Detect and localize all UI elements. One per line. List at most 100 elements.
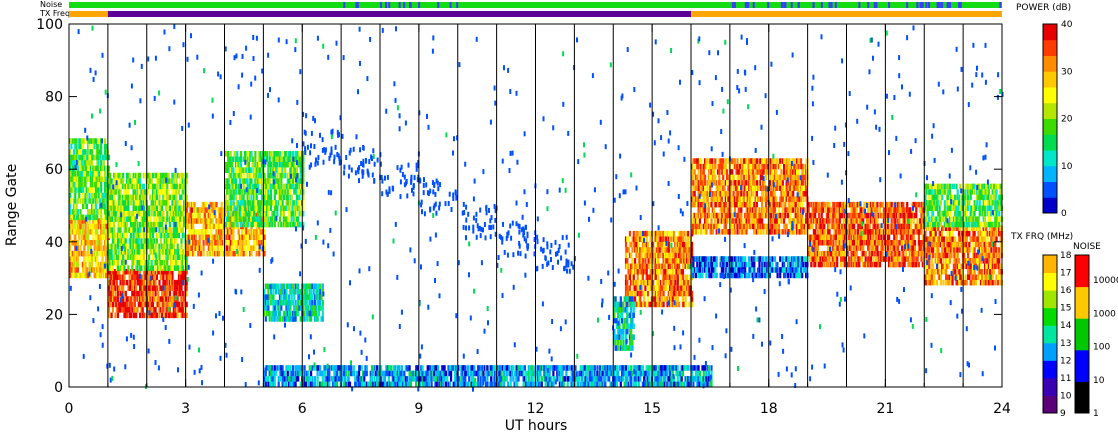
echo-cell xyxy=(80,160,83,166)
echo-cell xyxy=(662,236,665,242)
echo-cell xyxy=(105,143,108,150)
echo-cell xyxy=(631,290,634,297)
echo-cell xyxy=(193,201,196,208)
echo-cell xyxy=(93,240,96,246)
echo-cell xyxy=(127,205,130,211)
echo-cell xyxy=(137,189,140,195)
echo-cell xyxy=(315,310,318,317)
echo-cell xyxy=(675,269,678,275)
echo-cell xyxy=(291,151,295,157)
echo-cell xyxy=(291,178,295,184)
echo-cell xyxy=(150,238,153,244)
echo-cell xyxy=(232,234,235,240)
echo-cell xyxy=(116,259,120,266)
echo-cell xyxy=(79,143,82,150)
echo-cell xyxy=(190,229,193,235)
echo-cell xyxy=(74,192,77,199)
echo-cell xyxy=(646,296,650,302)
echo-cell xyxy=(155,238,158,244)
echo-cell xyxy=(771,218,774,224)
echo-cell xyxy=(644,258,647,264)
echo-cell xyxy=(74,171,77,177)
txfreq-strip-segment xyxy=(691,11,1002,17)
echo-cell xyxy=(85,267,88,273)
echo-cell xyxy=(798,201,801,208)
echo-cell xyxy=(706,163,709,170)
echo-cell xyxy=(711,229,714,235)
echo-cell xyxy=(789,272,792,279)
echo-cell xyxy=(757,229,760,235)
noise-strip-mark xyxy=(449,2,452,8)
txfreq-strip-segment xyxy=(69,11,108,17)
echo-cell xyxy=(94,181,98,188)
noise-strip-mark xyxy=(790,2,793,8)
echo-cell xyxy=(135,312,138,319)
echo-cell xyxy=(786,191,790,197)
echo-cell xyxy=(722,180,725,186)
echo-cell xyxy=(140,249,143,255)
echo-cell xyxy=(267,299,270,306)
echo-cell xyxy=(246,172,249,179)
echo-cell xyxy=(110,312,113,319)
echo-cell xyxy=(254,151,257,157)
echo-cell xyxy=(745,218,748,224)
echo-cell xyxy=(275,189,278,195)
echo-cell xyxy=(245,210,248,217)
echo-cell xyxy=(149,290,152,297)
echo-cell xyxy=(268,156,271,162)
echo-cell xyxy=(245,234,248,240)
echo-cell xyxy=(72,250,76,257)
echo-cell xyxy=(719,180,722,186)
echo-cell xyxy=(321,283,324,289)
echo-cell xyxy=(685,274,688,280)
noise-strip-mark xyxy=(398,2,401,8)
echo-cell xyxy=(754,256,757,262)
echo-cell xyxy=(696,218,699,224)
echo-cell xyxy=(181,265,184,271)
echo-cell xyxy=(208,223,212,230)
echo-cell xyxy=(127,265,130,271)
echo-cell xyxy=(139,183,142,190)
echo-cell xyxy=(628,296,631,302)
echo-cell xyxy=(124,290,127,297)
echo-cell xyxy=(635,252,638,259)
echo-cell xyxy=(102,160,105,166)
echo-cell xyxy=(246,178,249,184)
echo-cell xyxy=(670,236,673,242)
plot-area: 0 3 6 9 12 15 18 21 24020406080100 xyxy=(36,17,1011,417)
echo-cell xyxy=(698,207,701,213)
echo-cell xyxy=(737,185,740,191)
echo-cell xyxy=(116,254,120,260)
echo-cell xyxy=(669,269,672,275)
echo-cell xyxy=(171,249,174,255)
echo-cell xyxy=(126,232,129,239)
echo-cell xyxy=(172,216,175,222)
echo-cell xyxy=(128,249,131,255)
echo-cell xyxy=(76,240,79,246)
echo-cell xyxy=(289,151,292,157)
echo-cell xyxy=(285,205,288,211)
echo-cell xyxy=(764,201,768,208)
echo-cell xyxy=(234,167,238,173)
echo-cell xyxy=(661,296,664,302)
echo-cell xyxy=(635,301,638,308)
echo-cell xyxy=(681,236,685,242)
echo-cell xyxy=(276,172,279,179)
echo-cell xyxy=(781,207,784,213)
echo-cell xyxy=(278,310,282,317)
echo-cell xyxy=(310,316,313,322)
echo-cell xyxy=(97,181,100,188)
echo-cell xyxy=(802,180,805,186)
txfreq-strip xyxy=(69,11,1002,17)
echo-cell xyxy=(291,283,295,289)
echo-cell xyxy=(111,290,114,297)
echo-cell xyxy=(268,178,271,184)
echo-cell xyxy=(291,210,295,217)
echo-cell xyxy=(298,151,301,157)
echo-cell xyxy=(293,294,296,300)
echo-cell xyxy=(177,232,181,239)
echo-cell xyxy=(693,201,696,208)
echo-cell xyxy=(243,245,247,251)
echo-cell xyxy=(137,238,140,244)
echo-cell xyxy=(177,172,181,179)
